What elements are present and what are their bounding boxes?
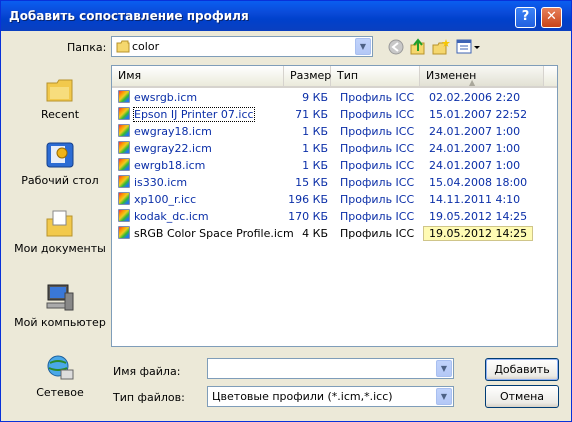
filetype-label: Тип файлов: xyxy=(113,391,185,404)
icc-profile-icon xyxy=(118,192,130,205)
file-modified: 24.01.2007 1:00 xyxy=(429,142,521,155)
column-header-type[interactable]: Тип xyxy=(331,66,420,86)
place-desktop[interactable]: Рабочий стол xyxy=(10,141,110,187)
filename-field[interactable]: ▼ xyxy=(207,358,454,379)
title-bar[interactable]: Добавить сопоставление профиля ? ✕ xyxy=(1,1,571,31)
view-menu-icon[interactable] xyxy=(456,38,482,56)
chevron-down-icon[interactable]: ▼ xyxy=(355,38,371,55)
place-label: Мой компьютер xyxy=(14,316,106,329)
file-size: 4 КБ xyxy=(302,227,328,240)
icc-profile-icon xyxy=(118,175,130,188)
file-modified: 15.01.2007 22:52 xyxy=(429,108,528,121)
filetype-value: Цветовые профили (*.icm,*.icc) xyxy=(212,390,393,403)
icc-profile-icon xyxy=(118,141,130,154)
filetype-select[interactable]: Цветовые профили (*.icm,*.icc) ▼ xyxy=(207,386,454,407)
list-item[interactable]: Epson IJ Printer 07.icc 71 КБ Профиль IC… xyxy=(112,106,557,123)
file-name: sRGB Color Space Profile.icm xyxy=(134,227,294,240)
file-name: ewgray18.icm xyxy=(134,125,212,138)
recent-folder-icon xyxy=(45,75,75,105)
dialog-title: Добавить сопоставление профиля xyxy=(9,9,249,23)
file-size: 71 КБ xyxy=(295,108,328,121)
file-name: kodak_dc.icm xyxy=(134,210,209,223)
up-folder-icon[interactable] xyxy=(409,38,427,56)
my-documents-icon xyxy=(45,209,75,239)
place-label: Сетевое xyxy=(36,386,84,399)
file-size: 196 КБ xyxy=(288,193,328,206)
file-size: 9 КБ xyxy=(302,91,328,104)
icc-profile-icon xyxy=(118,209,130,222)
list-header: Имя Размер Тип Изменен ▲ xyxy=(112,66,557,88)
icc-profile-icon xyxy=(118,124,130,137)
place-label: Рабочий стол xyxy=(21,174,99,187)
icc-profile-icon xyxy=(118,107,130,120)
place-label: Мои документы xyxy=(14,242,106,255)
help-button[interactable]: ? xyxy=(515,7,536,28)
file-name: ewgray22.icm xyxy=(134,142,212,155)
file-modified: 15.04.2008 18:00 xyxy=(429,176,528,189)
file-type: Профиль ICC xyxy=(340,176,415,189)
file-type: Профиль ICC xyxy=(340,125,415,138)
list-item[interactable]: ewrgb18.icm 1 КБ Профиль ICC 24.01.2007 … xyxy=(112,157,557,174)
list-item[interactable]: ewsrgb.icm 9 КБ Профиль ICC 02.02.2006 2… xyxy=(112,89,557,106)
file-size: 1 КБ xyxy=(302,142,328,155)
file-name: ewsrgb.icm xyxy=(134,91,198,104)
folder-combo[interactable]: color ▼ xyxy=(111,36,373,57)
file-type: Профиль ICC xyxy=(340,193,415,206)
column-header-name[interactable]: Имя xyxy=(112,66,284,86)
file-name: Epson IJ Printer 07.icc xyxy=(133,107,255,122)
file-modified-tooltip: 19.05.2012 14:25 xyxy=(423,226,534,241)
list-item[interactable]: xp100_r.icc 196 КБ Профиль ICC 14.11.201… xyxy=(112,191,557,208)
chevron-down-icon[interactable]: ▼ xyxy=(436,388,452,405)
chevron-down-icon[interactable]: ▼ xyxy=(436,360,452,377)
file-modified: 19.05.2012 14:25 xyxy=(429,210,528,223)
file-size: 1 КБ xyxy=(302,159,328,172)
file-modified: 24.01.2007 1:00 xyxy=(429,159,521,172)
new-folder-icon[interactable] xyxy=(432,38,450,56)
column-header-size[interactable]: Размер xyxy=(284,66,331,86)
back-icon[interactable] xyxy=(387,38,405,56)
place-my-computer[interactable]: Мой компьютер xyxy=(10,283,110,329)
folder-label: Папка: xyxy=(67,41,107,54)
file-type: Профиль ICC xyxy=(340,227,415,240)
file-type: Профиль ICC xyxy=(340,108,415,121)
folder-value: color xyxy=(132,40,160,53)
place-label: Recent xyxy=(40,108,80,121)
file-type: Профиль ICC xyxy=(340,159,415,172)
list-item[interactable]: sRGB Color Space Profile.icm 4 КБ Профил… xyxy=(112,225,557,242)
icc-profile-icon xyxy=(118,90,130,103)
column-header-modified[interactable]: Изменен ▲ xyxy=(420,66,544,87)
icc-profile-icon xyxy=(118,158,130,171)
list-item[interactable]: ewgray22.icm 1 КБ Профиль ICC 24.01.2007… xyxy=(112,140,557,157)
list-item[interactable]: is330.icm 15 КБ Профиль ICC 15.04.2008 1… xyxy=(112,174,557,191)
file-type: Профиль ICC xyxy=(340,210,415,223)
cancel-button[interactable]: Отмена xyxy=(485,385,559,408)
filename-label: Имя файла: xyxy=(113,365,181,378)
file-modified: 24.01.2007 1:00 xyxy=(429,125,521,138)
add-profile-dialog: Добавить сопоставление профиля ? ✕ Папка… xyxy=(0,0,572,422)
file-modified: 02.02.2006 2:20 xyxy=(429,91,521,104)
desktop-icon xyxy=(45,141,75,171)
add-button[interactable]: Добавить xyxy=(485,358,559,381)
folder-icon xyxy=(116,40,130,53)
file-type: Профиль ICC xyxy=(340,142,415,155)
file-name: ewrgb18.icm xyxy=(134,159,206,172)
file-name: is330.icm xyxy=(134,176,188,189)
places-bar: Recent Рабочий стол Мои документы Мой ко… xyxy=(10,63,106,411)
close-button[interactable]: ✕ xyxy=(541,7,562,28)
place-my-documents[interactable]: Мои документы xyxy=(10,209,110,255)
place-network[interactable]: Сетевое xyxy=(10,353,110,399)
file-list[interactable]: Имя Размер Тип Изменен ▲ ewsrgb.icm 9 КБ… xyxy=(111,65,558,347)
network-places-icon xyxy=(45,353,75,383)
file-modified: 14.11.2011 4:10 xyxy=(429,193,521,206)
file-name: xp100_r.icc xyxy=(134,193,197,206)
list-item[interactable]: kodak_dc.icm 170 КБ Профиль ICC 19.05.20… xyxy=(112,208,557,225)
file-size: 15 КБ xyxy=(295,176,328,189)
place-recent[interactable]: Recent xyxy=(10,75,110,121)
file-type: Профиль ICC xyxy=(340,91,415,104)
file-size: 170 КБ xyxy=(288,210,328,223)
icc-profile-icon xyxy=(118,226,130,239)
file-size: 1 КБ xyxy=(302,125,328,138)
my-computer-icon xyxy=(45,283,75,313)
list-item[interactable]: ewgray18.icm 1 КБ Профиль ICC 24.01.2007… xyxy=(112,123,557,140)
